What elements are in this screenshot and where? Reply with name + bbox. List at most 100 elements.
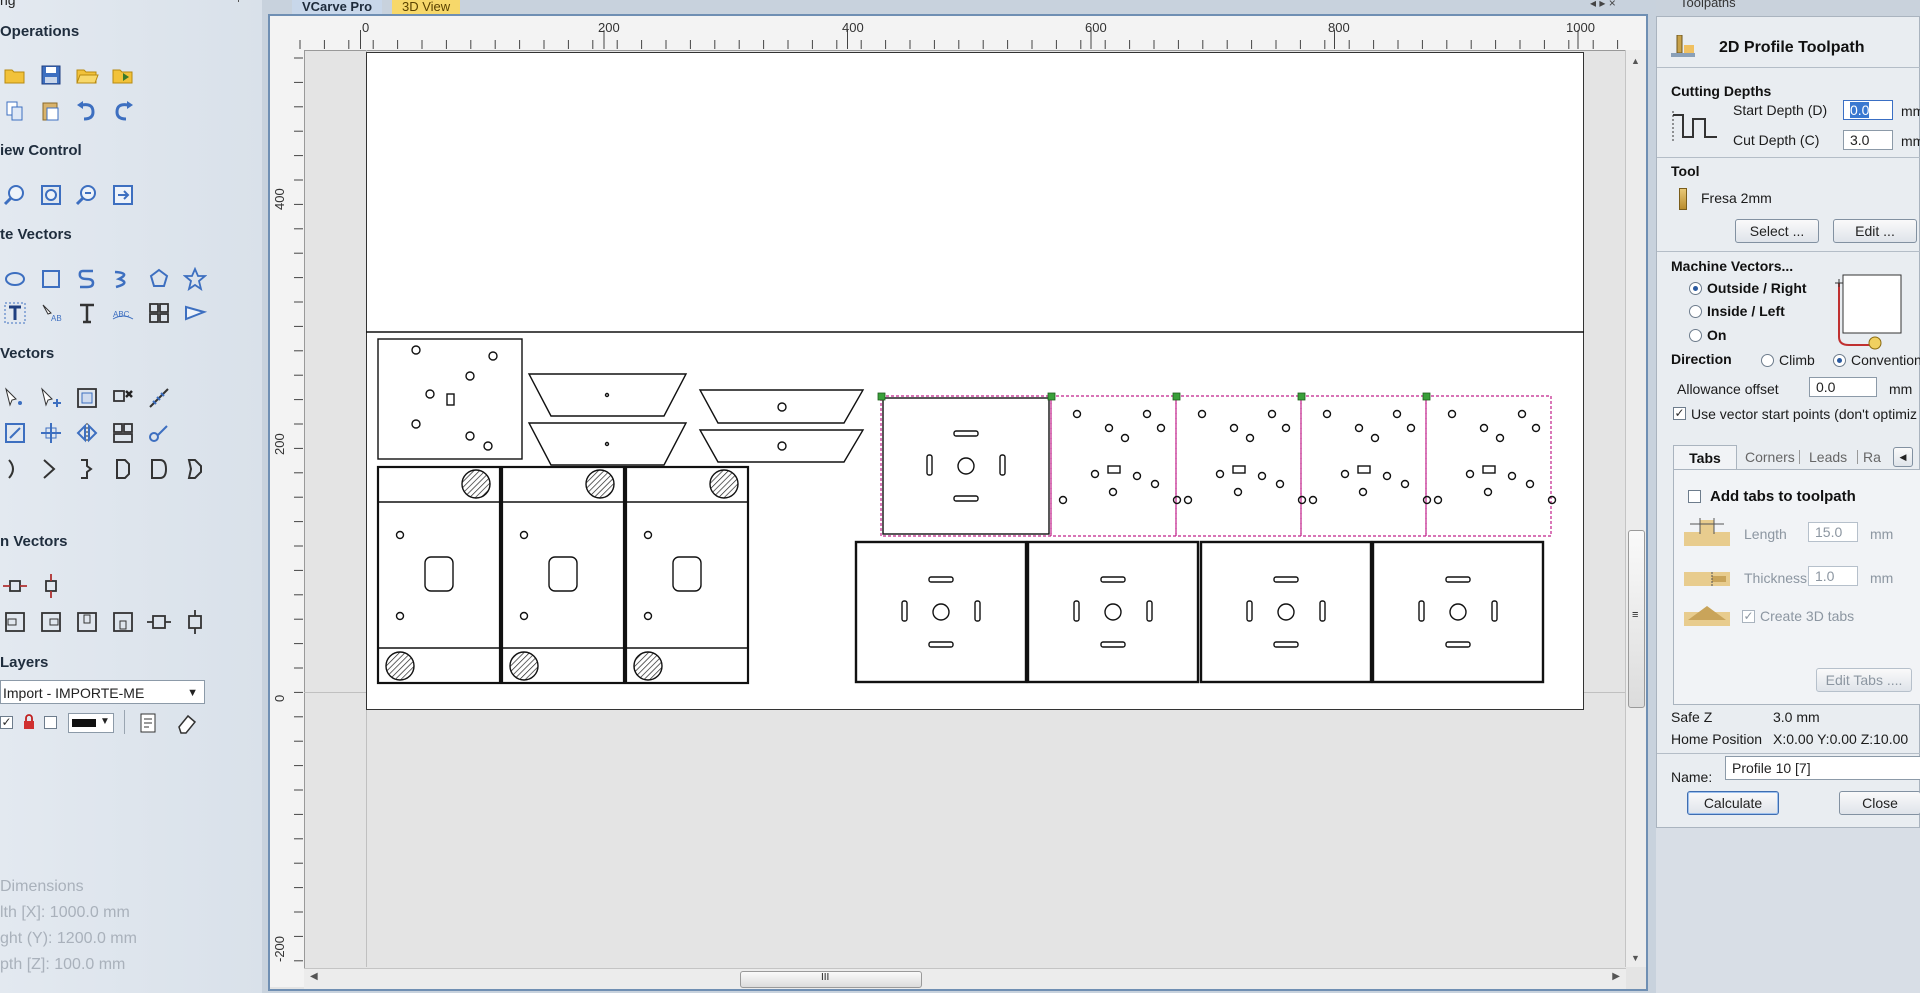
align-bottom-icon[interactable] [110,609,136,635]
create-3d-tabs-checkbox[interactable]: ✓ [1742,610,1755,623]
edit-tool-button[interactable]: Edit ... [1833,219,1917,243]
ellipse-icon[interactable] [2,266,28,292]
bitmap-trace-icon[interactable] [182,300,208,326]
tab-leads[interactable]: Leads [1809,445,1847,469]
tab-tabs[interactable]: Tabs [1673,445,1737,469]
zoom-box-icon[interactable] [2,182,28,208]
window-controls-icon[interactable]: ◂ ▸ × [1590,0,1616,10]
close-button[interactable]: Close [1839,791,1920,815]
layer-eraser-icon[interactable] [174,710,200,736]
cut-depth-input[interactable]: 3.0 [1843,130,1893,150]
tab-corners[interactable]: Corners [1745,445,1795,469]
on-radio[interactable] [1689,329,1702,342]
layer-manager-icon[interactable] [136,710,162,736]
inside-left-radio[interactable] [1689,305,1702,318]
align-right-icon[interactable] [38,609,64,635]
text-on-curve-icon[interactable]: AB [38,300,64,326]
add-tabs-checkbox[interactable] [1688,490,1701,503]
layer-lock-checkbox[interactable] [44,716,57,729]
scroll-left-arrow-icon[interactable]: ◀ [310,971,318,982]
fillet-icon[interactable] [110,456,136,482]
zoom-extents-icon[interactable] [38,182,64,208]
scroll-right-arrow-icon[interactable]: ▶ [1612,971,1620,982]
calculate-button[interactable]: Calculate [1687,791,1779,815]
center-horizontal-icon[interactable] [146,609,172,635]
scroll-up-arrow-icon[interactable]: ▲ [1631,56,1640,66]
close-vector-icon[interactable] [74,456,100,482]
open-file-icon[interactable] [2,62,28,88]
section-layers[interactable]: Layers [0,654,48,671]
toolpath-name-input[interactable]: Profile 10 [7] [1725,756,1920,780]
mirror-icon[interactable] [74,420,100,446]
polygon-icon[interactable] [146,266,172,292]
scroll-down-arrow-icon[interactable]: ▼ [1631,953,1640,963]
edit-tabs-button[interactable]: Edit Tabs .... [1816,668,1912,692]
tab-thickness-input[interactable]: 1.0 [1808,566,1858,586]
outside-right-radio[interactable] [1689,282,1702,295]
arc-text-icon[interactable]: ABC [110,300,136,326]
section-offset-vectors[interactable]: n Vectors [0,533,68,550]
horizontal-scroll-thumb[interactable]: III [740,971,922,988]
align-icon[interactable] [110,420,136,446]
vector-start-checkbox[interactable]: ✓ [1673,407,1686,420]
material-sheet [366,52,1584,710]
move-icon[interactable] [38,420,64,446]
zoom-out-icon[interactable] [74,182,100,208]
layer-visible-checkbox[interactable]: ✓ [0,716,13,729]
lock-icon[interactable] [24,714,34,729]
vertical-scrollbar[interactable]: ▲ ≡ ▼ [1625,50,1646,967]
start-depth-input[interactable]: 0.0 [1843,100,1893,120]
climb-radio[interactable] [1761,354,1774,367]
horizontal-offset-icon[interactable] [2,573,28,599]
import-folder-icon[interactable] [110,62,136,88]
layer-select[interactable]: Import - IMPORTE-ME ▼ [0,680,205,704]
tab-length-input[interactable]: 15.0 [1808,522,1858,542]
node-edit-icon[interactable] [38,385,64,411]
center-vertical-icon[interactable] [182,609,208,635]
paste-icon[interactable] [38,98,64,124]
align-top-icon[interactable] [74,609,100,635]
auto-layout-text-icon[interactable] [74,300,100,326]
panel-pin-icon[interactable] [238,0,251,2]
arc-icon[interactable] [110,266,136,292]
start-depth-value: 0.0 [1850,102,1870,118]
extend-icon[interactable] [146,456,172,482]
align-left-icon[interactable] [2,609,28,635]
text-icon[interactable] [2,300,28,326]
tab-vcarve-pro[interactable]: VCarve Pro [292,0,383,14]
section-operations[interactable]: Operations [0,23,79,40]
array-copy-icon[interactable] [146,300,172,326]
rectangle-icon[interactable] [38,266,64,292]
nest-icon[interactable] [146,420,172,446]
fit-view-icon[interactable] [110,182,136,208]
vector-drawing[interactable] [366,52,1584,710]
tab-scroll-left-icon[interactable]: ◀ [1893,447,1913,467]
tab-3d-view[interactable]: 3D View [392,0,461,14]
tab-ramps[interactable]: Ra [1863,445,1881,469]
star-icon[interactable] [182,266,208,292]
select-tool-button[interactable]: Select ... [1735,219,1819,243]
trim-icon[interactable] [182,456,208,482]
scale-icon[interactable] [2,420,28,446]
measure-icon[interactable] [146,385,172,411]
undo-icon[interactable] [74,98,100,124]
join-open-icon[interactable] [2,456,28,482]
curve-icon[interactable] [74,266,100,292]
vertical-offset-icon[interactable] [38,573,64,599]
redo-icon[interactable] [110,98,136,124]
join-closest-icon[interactable] [38,456,64,482]
copy-icon[interactable] [2,98,28,124]
horizontal-scrollbar[interactable]: ◀ III ▶ [304,968,1626,989]
section-create-vectors[interactable]: te Vectors [0,226,72,243]
delete-vectors-icon[interactable] [110,385,136,411]
open-folder-icon[interactable] [74,62,100,88]
transform-icon[interactable] [74,385,100,411]
select-icon[interactable] [2,385,28,411]
save-icon[interactable] [38,62,64,88]
section-edit-vectors[interactable]: Vectors [0,345,54,362]
section-view-control[interactable]: iew Control [0,142,82,159]
conventional-radio[interactable] [1833,354,1846,367]
vertical-scroll-thumb[interactable]: ≡ [1628,530,1645,708]
layer-color-picker[interactable]: ▼ [68,713,114,733]
allowance-input[interactable]: 0.0 [1809,377,1877,397]
